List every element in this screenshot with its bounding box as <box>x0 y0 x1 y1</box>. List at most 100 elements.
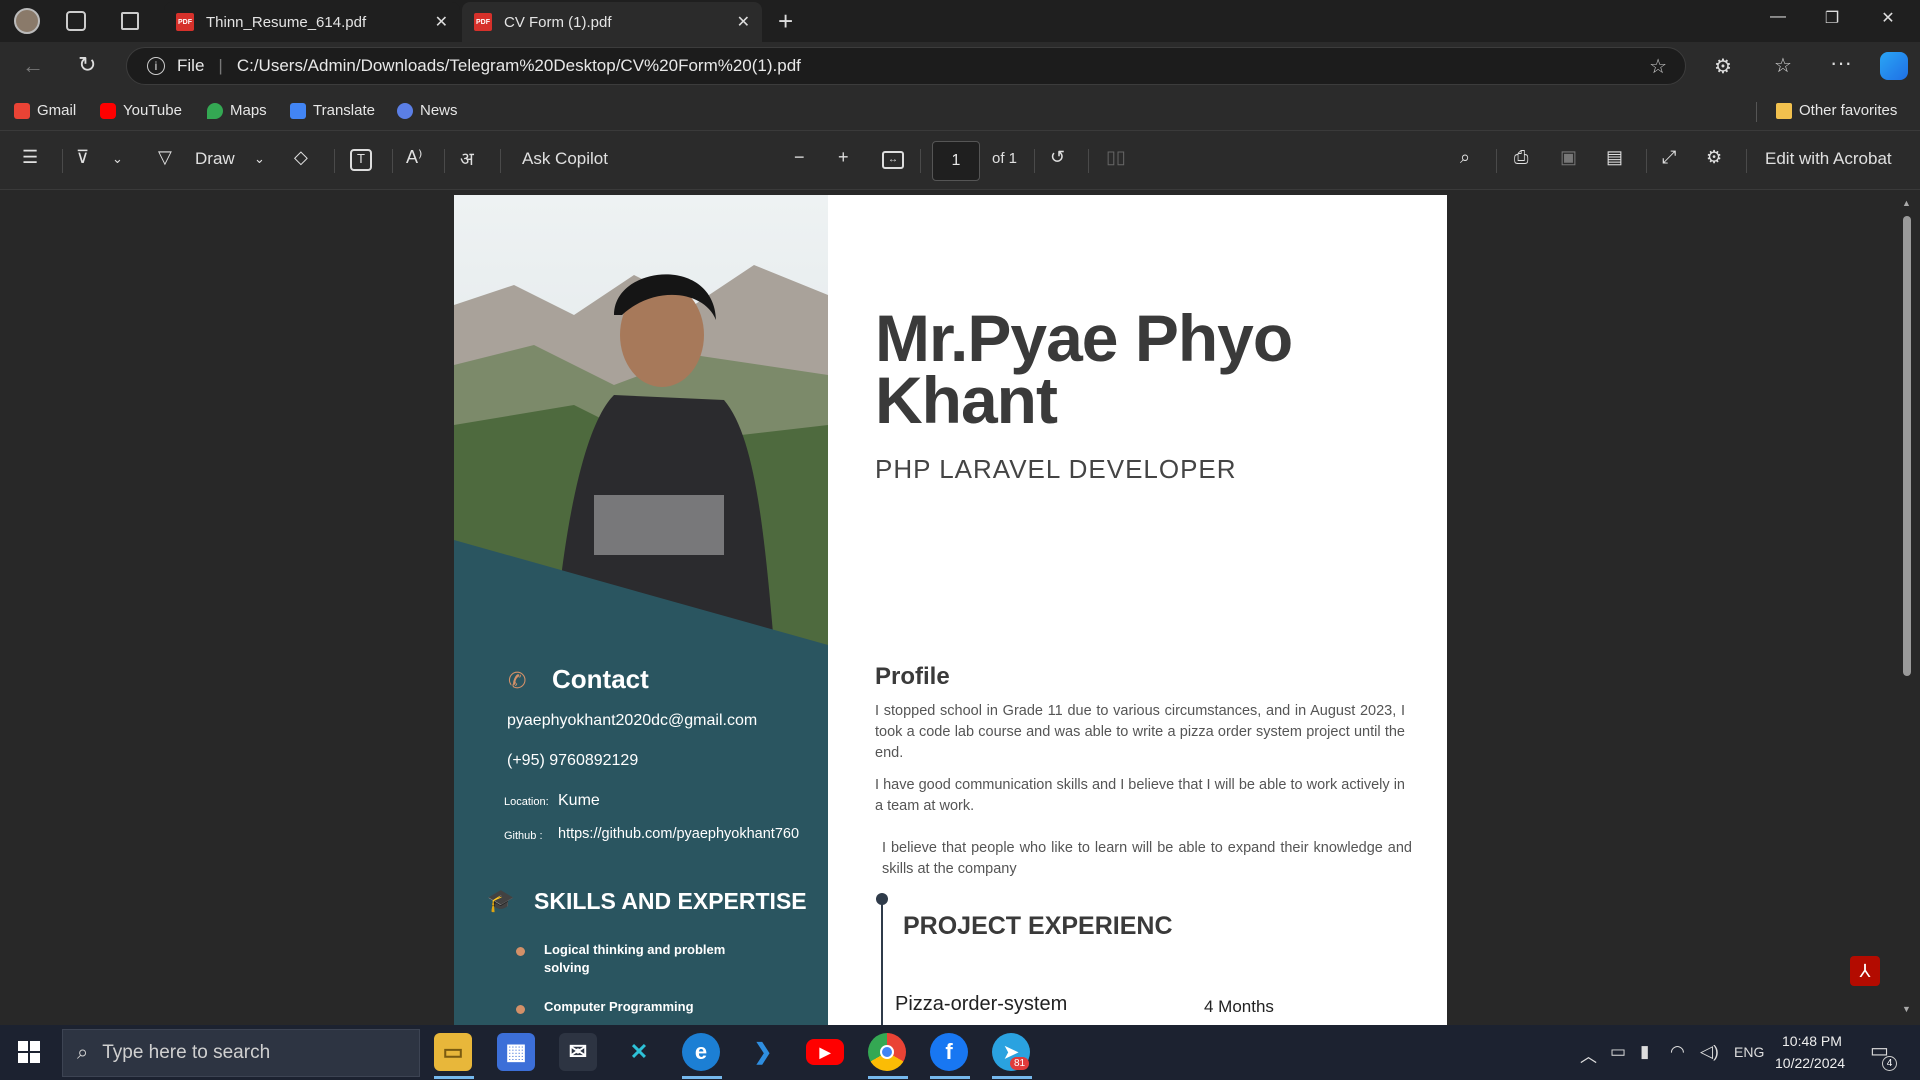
restore-button[interactable]: ❐ <box>1810 8 1854 34</box>
active-app-indicator <box>434 1076 474 1079</box>
extensions-icon[interactable]: ⚙ <box>1714 54 1732 79</box>
ask-copilot-button[interactable]: Ask Copilot <box>522 149 608 169</box>
chevron-down-icon[interactable]: ⌄ <box>112 151 123 167</box>
minimize-button[interactable]: — <box>1756 8 1800 34</box>
profile-avatar[interactable] <box>14 8 40 34</box>
wifi-icon[interactable]: ◠ <box>1670 1042 1685 1062</box>
other-favorites-label: Other favorites <box>1799 102 1898 119</box>
toolbar-divider <box>1088 149 1089 173</box>
zoom-out-icon[interactable]: − <box>794 147 805 168</box>
skills-heading: SKILLS AND EXPERTISE <box>534 888 807 914</box>
scroll-up-icon[interactable]: ▲ <box>1902 198 1911 208</box>
bookmark-translate[interactable]: Translate <box>290 102 375 119</box>
close-tab-icon[interactable]: ✕ <box>435 12 448 32</box>
translate-icon[interactable]: अ <box>460 147 474 171</box>
battery-icon[interactable]: ▮ <box>1640 1042 1649 1062</box>
bookmark-label: YouTube <box>123 102 182 119</box>
vscode-icon[interactable]: ❯ <box>744 1033 782 1071</box>
edge-icon[interactable]: e <box>682 1033 720 1071</box>
github-label: Github : <box>504 830 543 842</box>
active-app-indicator <box>992 1076 1032 1079</box>
pdf-page: ✆ Contact pyaephyokhant2020dc@gmail.com … <box>454 195 1447 1025</box>
gmail-icon <box>14 102 30 119</box>
skill-item: Logical thinking and problem solving <box>544 942 726 975</box>
bookmark-maps[interactable]: Maps <box>207 102 267 119</box>
xampp-icon[interactable]: ✕ <box>620 1033 658 1071</box>
bookmark-news[interactable]: News <box>397 102 458 119</box>
tab-label: CV Form (1).pdf <box>504 13 612 31</box>
telegram-badge: 81 <box>1010 1057 1030 1070</box>
zoom-in-icon[interactable]: + <box>838 147 849 168</box>
microsoft-store-icon[interactable]: ▦ <box>497 1033 535 1071</box>
address-bar[interactable]: i File | C:/Users/Admin/Downloads/Telegr… <box>126 47 1686 85</box>
skill-bullet <box>516 1005 525 1014</box>
rotate-icon[interactable]: ↺ <box>1050 147 1065 168</box>
draw-pen-icon[interactable]: ▽ <box>158 147 172 168</box>
favorites-icon[interactable]: ☆ <box>1774 53 1792 78</box>
meet-now-icon[interactable]: ▭ <box>1610 1042 1626 1062</box>
save-icon[interactable]: ▣ <box>1560 147 1577 168</box>
new-tab-button[interactable]: + <box>778 6 793 37</box>
fit-page-icon[interactable]: ↔ <box>882 151 904 169</box>
back-icon[interactable]: ← <box>22 53 44 79</box>
bookmark-youtube[interactable]: YouTube <box>100 102 182 119</box>
resume-sidebar: ✆ Contact pyaephyokhant2020dc@gmail.com … <box>454 195 828 1025</box>
other-favorites[interactable]: Other favorites <box>1776 102 1897 119</box>
clock-date[interactable]: 10/22/2024 <box>1775 1055 1845 1071</box>
facebook-icon[interactable]: f <box>930 1033 968 1071</box>
two-page-view-icon[interactable]: ▯▯ <box>1106 147 1126 168</box>
fullscreen-icon[interactable]: ⤢ <box>1662 147 1676 168</box>
tab-cv-form[interactable]: PDF CV Form (1).pdf ✕ <box>462 2 762 42</box>
bookmark-label: Maps <box>230 102 267 119</box>
translate-icon <box>290 102 306 119</box>
project-heading: PROJECT EXPERIENC <box>903 912 1173 940</box>
volume-icon[interactable]: ◁) <box>1700 1042 1719 1062</box>
bookmark-gmail[interactable]: Gmail <box>14 102 76 119</box>
info-icon[interactable]: i <box>147 57 165 75</box>
show-hidden-icons-chevron[interactable]: ︿ <box>1580 1042 1597 1067</box>
resume-name: Mr.Pyae Phyo Khant <box>875 301 1293 437</box>
vertical-scrollbar[interactable]: ▲ ▼ <box>1902 198 1912 1018</box>
contents-list-icon[interactable]: ☰ <box>22 147 38 168</box>
highlight-icon[interactable]: ⊽ <box>76 147 89 168</box>
youtube-icon[interactable]: ▶ <box>806 1039 844 1065</box>
clock-time[interactable]: 10:48 PM <box>1782 1033 1842 1049</box>
taskbar-search-box[interactable]: ⌕ Type here to search <box>62 1029 420 1077</box>
favorite-star-icon[interactable]: ☆ <box>1649 54 1667 79</box>
language-indicator[interactable]: ENG <box>1734 1044 1764 1060</box>
text-box-icon[interactable]: T <box>350 149 372 171</box>
chevron-down-icon[interactable]: ⌄ <box>254 151 265 167</box>
youtube-icon <box>100 102 116 119</box>
scroll-thumb[interactable] <box>1903 216 1911 676</box>
edit-with-acrobat-button[interactable]: Edit with Acrobat <box>1765 149 1892 169</box>
page-number-input[interactable]: 1 <box>932 141 980 181</box>
tab-thinn-resume[interactable]: PDF Thinn_Resume_614.pdf ✕ <box>164 2 460 42</box>
copilot-icon[interactable] <box>1880 52 1908 80</box>
toolbar-divider <box>920 149 921 173</box>
close-tab-icon[interactable]: ✕ <box>737 12 750 32</box>
print-icon[interactable]: ⎙ <box>1514 147 1528 168</box>
eraser-icon[interactable]: ◇ <box>294 147 308 168</box>
refresh-icon[interactable]: ↻ <box>78 52 96 78</box>
scroll-down-icon[interactable]: ▼ <box>1902 1004 1911 1014</box>
profile-heading: Profile <box>875 663 950 690</box>
windows-start-icon[interactable] <box>18 1041 40 1063</box>
pdf-viewer[interactable]: ✆ Contact pyaephyokhant2020dc@gmail.com … <box>0 191 1920 1025</box>
settings-gear-icon[interactable]: ⚙ <box>1706 147 1722 168</box>
acrobat-floating-icon[interactable]: ⅄ <box>1850 956 1880 986</box>
vertical-tabs-icon[interactable] <box>121 12 139 30</box>
search-icon[interactable]: ⌕ <box>1460 147 1470 168</box>
file-explorer-icon[interactable]: ▭ <box>434 1033 472 1071</box>
workspaces-icon[interactable] <box>66 11 86 31</box>
mail-icon[interactable]: ✉ <box>559 1033 597 1071</box>
chrome-icon[interactable] <box>868 1033 906 1071</box>
read-aloud-icon[interactable]: A⁾ <box>406 147 422 168</box>
navigation-bar: ← ↻ i File | C:/Users/Admin/Downloads/Te… <box>0 42 1920 94</box>
pdf-file-icon: PDF <box>474 13 492 31</box>
draw-label[interactable]: Draw <box>195 149 235 169</box>
url-text[interactable]: C:/Users/Admin/Downloads/Telegram%20Desk… <box>237 56 801 76</box>
pdf-toolbar: ☰ ⊽ ⌄ ▽ Draw ⌄ ◇ T A⁾ अ Ask Copilot − + … <box>0 130 1920 190</box>
save-as-icon[interactable]: ▤ <box>1606 147 1623 168</box>
more-menu-icon[interactable]: ··· <box>1830 50 1852 76</box>
close-window-button[interactable]: ✕ <box>1866 8 1910 34</box>
